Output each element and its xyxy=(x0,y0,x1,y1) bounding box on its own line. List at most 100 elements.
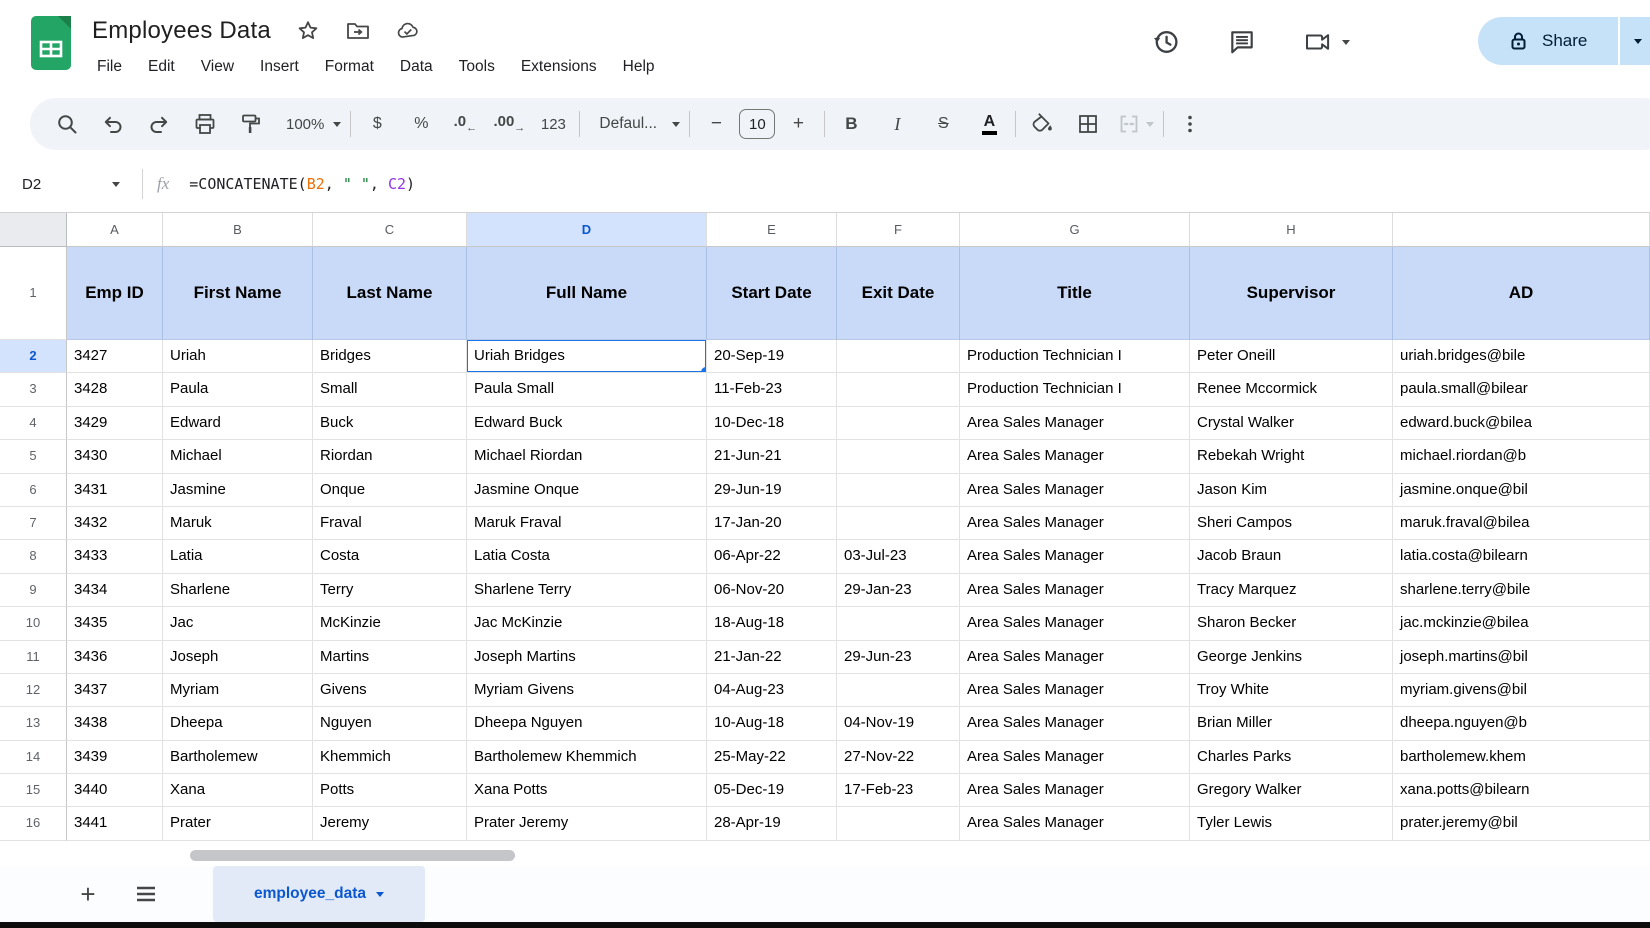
cell-F14[interactable]: 27-Nov-22 xyxy=(837,741,960,774)
cell-D9[interactable]: Sharlene Terry xyxy=(467,574,707,607)
cell-C9[interactable]: Terry xyxy=(313,574,467,607)
menu-edit[interactable]: Edit xyxy=(135,54,188,80)
cell-H5[interactable]: Rebekah Wright xyxy=(1190,440,1393,473)
bold-button[interactable]: B xyxy=(834,106,868,142)
cell-H12[interactable]: Troy White xyxy=(1190,674,1393,707)
cell-F5[interactable] xyxy=(837,440,960,473)
sheets-logo-icon[interactable] xyxy=(31,15,71,71)
cell-C3[interactable]: Small xyxy=(313,373,467,406)
cell-E14[interactable]: 25-May-22 xyxy=(707,741,837,774)
column-header-A[interactable]: A xyxy=(67,213,163,247)
column-header-G[interactable]: G xyxy=(960,213,1190,247)
cell-F8[interactable]: 03-Jul-23 xyxy=(837,540,960,573)
cell-D8[interactable]: Latia Costa xyxy=(467,540,707,573)
cell-I6[interactable]: jasmine.onque@bil xyxy=(1393,474,1650,507)
cell-G14[interactable]: Area Sales Manager xyxy=(960,741,1190,774)
cell-B15[interactable]: Xana xyxy=(163,774,313,807)
add-sheet-button[interactable]: + xyxy=(68,874,108,914)
document-title[interactable]: Employees Data xyxy=(92,17,271,45)
cell-G2[interactable]: Production Technician I xyxy=(960,340,1190,373)
cell-E4[interactable]: 10-Dec-18 xyxy=(707,407,837,440)
cell-I9[interactable]: sharlene.terry@bile xyxy=(1393,574,1650,607)
zoom-selector[interactable]: 100% xyxy=(282,106,341,142)
row-header-8[interactable]: 8 xyxy=(0,540,67,573)
cell-E6[interactable]: 29-Jun-19 xyxy=(707,474,837,507)
row-header-14[interactable]: 14 xyxy=(0,741,67,774)
cell-D5[interactable]: Michael Riordan xyxy=(467,440,707,473)
menu-view[interactable]: View xyxy=(188,54,247,80)
cell-B2[interactable]: Uriah xyxy=(163,340,313,373)
cell-D13[interactable]: Dheepa Nguyen xyxy=(467,707,707,740)
cell-I4[interactable]: edward.buck@bilea xyxy=(1393,407,1650,440)
cell-I14[interactable]: bartholemew.khem xyxy=(1393,741,1650,774)
cell-H8[interactable]: Jacob Braun xyxy=(1190,540,1393,573)
cell-D10[interactable]: Jac McKinzie xyxy=(467,607,707,640)
move-folder-icon[interactable] xyxy=(345,18,371,44)
cell-F13[interactable]: 04-Nov-19 xyxy=(837,707,960,740)
paint-format-button[interactable] xyxy=(234,106,268,142)
cell-A12[interactable]: 3437 xyxy=(67,674,163,707)
cell-E13[interactable]: 10-Aug-18 xyxy=(707,707,837,740)
share-button[interactable]: Share xyxy=(1478,17,1650,65)
cell-F15[interactable]: 17-Feb-23 xyxy=(837,774,960,807)
cell-G15[interactable]: Area Sales Manager xyxy=(960,774,1190,807)
row-header-4[interactable]: 4 xyxy=(0,407,67,440)
row-header-1[interactable]: 1 xyxy=(0,247,67,340)
cell-H4[interactable]: Crystal Walker xyxy=(1190,407,1393,440)
menu-extensions[interactable]: Extensions xyxy=(508,54,610,80)
cell-H13[interactable]: Brian Miller xyxy=(1190,707,1393,740)
cell-C4[interactable]: Buck xyxy=(313,407,467,440)
cell-A11[interactable]: 3436 xyxy=(67,641,163,674)
cell-E2[interactable]: 20-Sep-19 xyxy=(707,340,837,373)
increase-decimal-button[interactable]: .00→ xyxy=(492,106,526,142)
cell-I13[interactable]: dheepa.nguyen@b xyxy=(1393,707,1650,740)
cell-F16[interactable] xyxy=(837,807,960,840)
strikethrough-button[interactable]: S xyxy=(926,106,960,142)
cell-A8[interactable]: 3433 xyxy=(67,540,163,573)
cell-A9[interactable]: 3434 xyxy=(67,574,163,607)
cell-H6[interactable]: Jason Kim xyxy=(1190,474,1393,507)
cell-A16[interactable]: 3441 xyxy=(67,807,163,840)
cell-A6[interactable]: 3431 xyxy=(67,474,163,507)
meet-camera-icon[interactable] xyxy=(1302,26,1334,58)
cell-C16[interactable]: Jeremy xyxy=(313,807,467,840)
cell-B4[interactable]: Edward xyxy=(163,407,313,440)
fill-color-button[interactable] xyxy=(1025,106,1059,142)
row-header-12[interactable]: 12 xyxy=(0,674,67,707)
cell-D11[interactable]: Joseph Martins xyxy=(467,641,707,674)
cell-C2[interactable]: Bridges xyxy=(313,340,467,373)
cell-B3[interactable]: Paula xyxy=(163,373,313,406)
redo-button[interactable] xyxy=(142,106,176,142)
cell-A5[interactable]: 3430 xyxy=(67,440,163,473)
cell-I16[interactable]: prater.jeremy@bil xyxy=(1393,807,1650,840)
print-button[interactable] xyxy=(188,106,222,142)
cell-D15[interactable]: Xana Potts xyxy=(467,774,707,807)
cell-A7[interactable]: 3432 xyxy=(67,507,163,540)
cell-G8[interactable]: Area Sales Manager xyxy=(960,540,1190,573)
undo-button[interactable] xyxy=(96,106,130,142)
cell-C11[interactable]: Martins xyxy=(313,641,467,674)
horizontal-scrollbar[interactable] xyxy=(190,850,515,861)
cell-D14[interactable]: Bartholemew Khemmich xyxy=(467,741,707,774)
cell-B5[interactable]: Michael xyxy=(163,440,313,473)
cell-E11[interactable]: 21-Jan-22 xyxy=(707,641,837,674)
cell-G3[interactable]: Production Technician I xyxy=(960,373,1190,406)
cell-F1[interactable]: Exit Date xyxy=(837,247,960,340)
cell-I7[interactable]: maruk.fraval@bilea xyxy=(1393,507,1650,540)
cell-H7[interactable]: Sheri Campos xyxy=(1190,507,1393,540)
menu-file[interactable]: File xyxy=(84,54,135,80)
column-header-C[interactable]: C xyxy=(313,213,467,247)
cell-A14[interactable]: 3439 xyxy=(67,741,163,774)
cell-C8[interactable]: Costa xyxy=(313,540,467,573)
cell-D2[interactable]: Uriah Bridges xyxy=(467,340,707,373)
cell-H16[interactable]: Tyler Lewis xyxy=(1190,807,1393,840)
row-header-15[interactable]: 15 xyxy=(0,774,67,807)
cell-A15[interactable]: 3440 xyxy=(67,774,163,807)
borders-button[interactable] xyxy=(1071,106,1105,142)
cell-B11[interactable]: Joseph xyxy=(163,641,313,674)
row-header-13[interactable]: 13 xyxy=(0,707,67,740)
cell-E7[interactable]: 17-Jan-20 xyxy=(707,507,837,540)
cell-F4[interactable] xyxy=(837,407,960,440)
cell-C1[interactable]: Last Name xyxy=(313,247,467,340)
row-header-5[interactable]: 5 xyxy=(0,440,67,473)
